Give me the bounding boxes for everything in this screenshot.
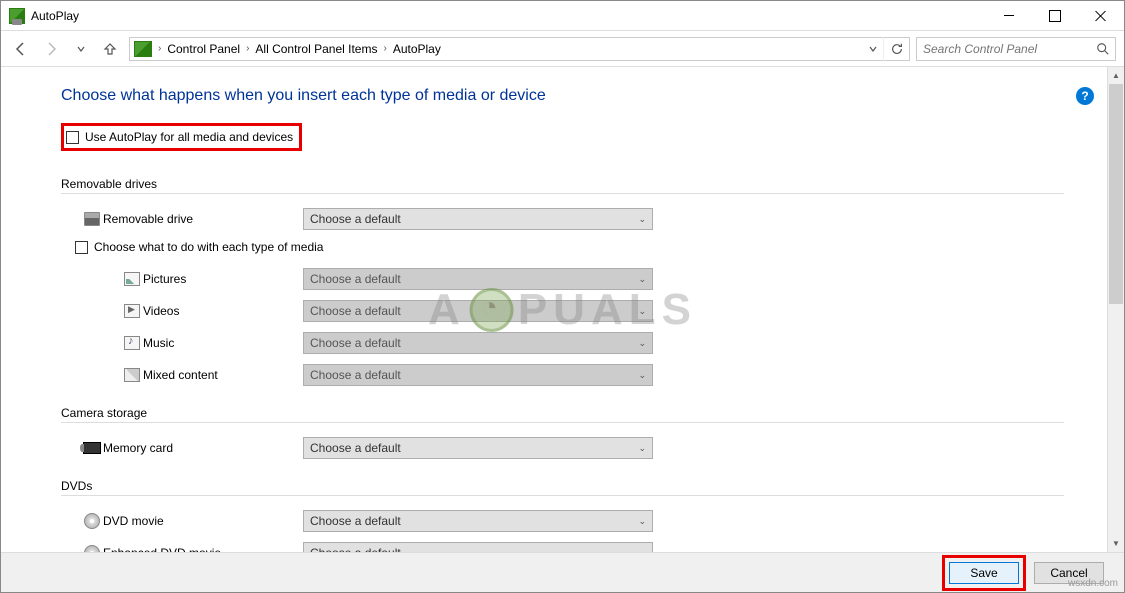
section-removable-drives: Removable drives (61, 177, 1064, 194)
title-bar: AutoPlay (1, 1, 1124, 31)
highlight-autoplay-checkbox: Use AutoPlay for all media and devices (61, 123, 302, 151)
chevron-right-icon[interactable]: › (156, 43, 163, 54)
choose-media-type-checkbox[interactable] (75, 241, 88, 254)
enhanced-dvd-dropdown[interactable]: Choose a default⌄ (303, 542, 653, 552)
enhanced-dvd-icon (84, 545, 100, 552)
content-area: ? Choose what happens when you insert ea… (1, 67, 1124, 552)
scroll-down-button[interactable]: ▼ (1108, 535, 1124, 552)
navigation-bar: › Control Panel › All Control Panel Item… (1, 31, 1124, 67)
videos-label: Videos (143, 304, 303, 318)
forward-button[interactable] (37, 35, 65, 63)
maximize-button[interactable] (1032, 1, 1078, 31)
removable-drive-label: Removable drive (103, 212, 303, 226)
breadcrumb-mid[interactable]: All Control Panel Items (251, 42, 381, 56)
help-icon[interactable]: ? (1076, 87, 1094, 105)
section-dvds: DVDs (61, 479, 1064, 496)
address-dropdown[interactable] (863, 44, 883, 54)
save-button[interactable]: Save (949, 562, 1019, 584)
use-autoplay-label: Use AutoPlay for all media and devices (85, 130, 293, 144)
address-bar[interactable]: › Control Panel › All Control Panel Item… (129, 37, 910, 61)
choose-media-type-label: Choose what to do with each type of medi… (94, 240, 323, 254)
window-title: AutoPlay (31, 9, 79, 23)
breadcrumb-root[interactable]: Control Panel (163, 42, 244, 56)
up-button[interactable] (97, 41, 123, 57)
memory-card-icon (83, 442, 101, 454)
footer-bar: Save Cancel (1, 552, 1124, 592)
dvd-movie-icon (84, 513, 100, 529)
search-box[interactable] (916, 37, 1116, 61)
recent-locations-button[interactable] (67, 35, 95, 63)
chevron-right-icon[interactable]: › (381, 43, 388, 54)
autoplay-icon (9, 8, 25, 24)
use-autoplay-checkbox[interactable] (66, 131, 79, 144)
pictures-dropdown[interactable]: Choose a default⌄ (303, 268, 653, 290)
scroll-up-button[interactable]: ▲ (1108, 67, 1124, 84)
search-input[interactable] (917, 42, 1091, 56)
attribution-text: wsxdn.com (1068, 578, 1118, 589)
page-title: Choose what happens when you insert each… (61, 87, 1064, 105)
scroll-thumb[interactable] (1109, 84, 1123, 304)
chevron-right-icon[interactable]: › (244, 43, 251, 54)
videos-dropdown[interactable]: Choose a default⌄ (303, 300, 653, 322)
section-camera-storage: Camera storage (61, 406, 1064, 423)
back-button[interactable] (7, 35, 35, 63)
dvd-movie-dropdown[interactable]: Choose a default⌄ (303, 510, 653, 532)
pictures-label: Pictures (143, 272, 303, 286)
mixed-content-icon (124, 368, 140, 382)
mixed-content-dropdown[interactable]: Choose a default⌄ (303, 364, 653, 386)
vertical-scrollbar[interactable]: ▲ ▼ (1107, 67, 1124, 552)
memory-card-dropdown[interactable]: Choose a default⌄ (303, 437, 653, 459)
removable-drive-dropdown[interactable]: Choose a default⌄ (303, 208, 653, 230)
mixed-content-label: Mixed content (143, 368, 303, 382)
music-label: Music (143, 336, 303, 350)
highlight-save-button: Save (942, 555, 1026, 591)
pictures-icon (124, 272, 140, 286)
dvd-movie-label: DVD movie (103, 514, 303, 528)
music-dropdown[interactable]: Choose a default⌄ (303, 332, 653, 354)
close-button[interactable] (1078, 1, 1124, 31)
search-icon[interactable] (1091, 42, 1115, 56)
memory-card-label: Memory card (103, 441, 303, 455)
refresh-button[interactable] (883, 37, 909, 61)
videos-icon (124, 304, 140, 318)
music-icon (124, 336, 140, 350)
breadcrumb-leaf[interactable]: AutoPlay (389, 42, 445, 56)
minimize-button[interactable] (986, 1, 1032, 31)
removable-drive-icon (84, 212, 100, 226)
location-icon (134, 41, 152, 57)
